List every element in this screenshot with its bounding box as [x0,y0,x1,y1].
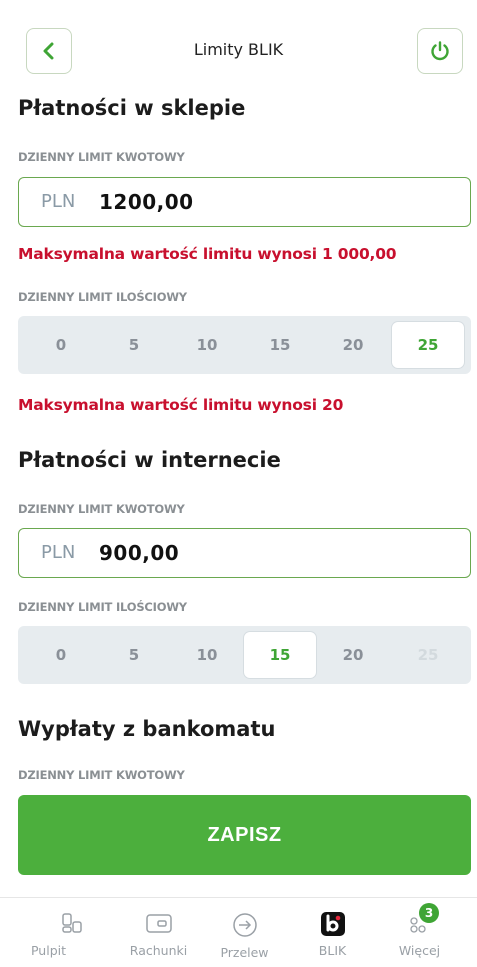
wallet-icon [145,914,172,933]
transfer-icon [232,913,257,937]
shop-count-option-15[interactable]: 15 [244,322,316,368]
nav-item-wiecej[interactable]: 3 Więcej [372,898,467,967]
shop-count-option-20[interactable]: 20 [317,322,389,368]
shop-amount-input[interactable]: PLN 1200,00 [18,177,471,227]
top-bar: Limity BLIK [0,0,477,95]
nav-item-blik[interactable]: BLIK [285,898,380,967]
currency-label: PLN [41,542,76,563]
currency-label: PLN [41,191,76,212]
nav-label-pulpit: Pulpit [30,943,67,958]
shop-count-option-0[interactable]: 0 [25,322,97,368]
internet-count-option-0[interactable]: 0 [25,632,97,678]
nav-item-przelew[interactable]: Przelew [197,898,292,967]
page-title: Limity BLIK [193,40,284,59]
amount-value: 900,00 [99,541,180,565]
atm-amount-label: DZIENNY LIMIT KWOTOWY [18,768,185,782]
dashboard-icon [61,913,82,933]
amount-value: 1200,00 [99,190,194,214]
nav-label-wiecej: Więcej [398,943,441,958]
section-title-shop: Płatności w sklepie [18,96,246,120]
internet-count-label: DZIENNY LIMIT ILOŚCIOWY [18,600,187,614]
internet-count-option-10[interactable]: 10 [171,632,243,678]
nav-label-przelew: Przelew [220,945,269,960]
internet-count-selector: 0 5 10 15 20 25 [18,626,471,684]
power-icon [431,41,449,61]
logout-button[interactable] [417,28,463,74]
nav-item-pulpit[interactable]: Pulpit [24,898,119,967]
shop-count-option-25[interactable]: 25 [392,322,464,368]
internet-count-option-15[interactable]: 15 [244,632,316,678]
shop-amount-error: Maksymalna wartość limitu wynosi 1 000,0… [18,245,397,263]
blik-icon [320,912,345,936]
bottom-nav: Pulpit Rachunki Przelew BLIK 3 Więcej [0,897,477,967]
section-title-atm: Wypłaty z bankomatu [18,717,276,741]
nav-label-blik: BLIK [318,943,347,958]
shop-count-label: DZIENNY LIMIT ILOŚCIOWY [18,290,187,304]
save-button[interactable]: ZAPISZ [18,795,471,875]
internet-count-option-5[interactable]: 5 [98,632,170,678]
shop-count-error: Maksymalna wartość limitu wynosi 20 [18,396,344,414]
shop-count-selector: 0 5 10 15 20 25 [18,316,471,374]
notification-badge: 3 [419,903,439,923]
section-title-internet: Płatności w internecie [18,448,281,472]
shop-count-option-10[interactable]: 10 [171,322,243,368]
shop-amount-label: DZIENNY LIMIT KWOTOWY [18,150,185,164]
internet-amount-input[interactable]: PLN 900,00 [18,528,471,578]
nav-item-rachunki[interactable]: Rachunki [111,898,206,967]
internet-count-option-20[interactable]: 20 [317,632,389,678]
internet-amount-label: DZIENNY LIMIT KWOTOWY [18,502,185,516]
shop-count-option-5[interactable]: 5 [98,322,170,368]
nav-label-rachunki: Rachunki [129,943,188,958]
internet-count-option-25: 25 [417,646,439,664]
